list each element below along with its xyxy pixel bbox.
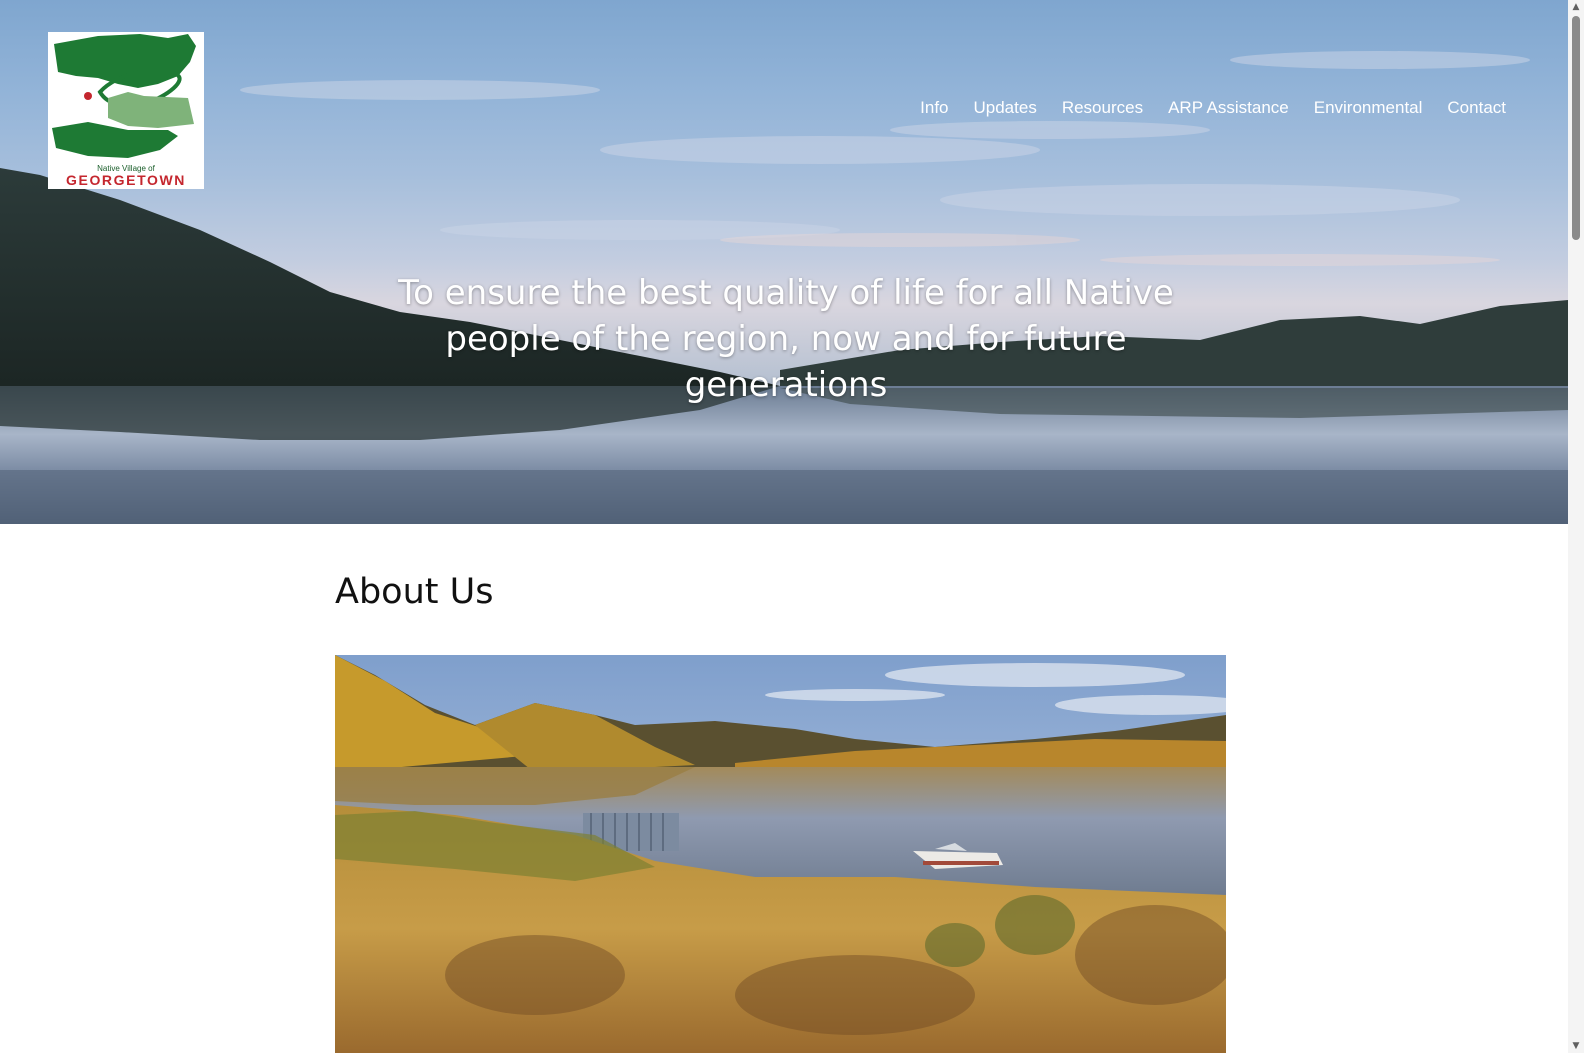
nav-item-info[interactable]: Info (920, 98, 948, 118)
nav-item-environmental[interactable]: Environmental (1314, 98, 1423, 118)
nav-item-contact[interactable]: Contact (1447, 98, 1506, 118)
scrollbar-thumb[interactable] (1572, 16, 1580, 240)
hero-tagline: To ensure the best quality of life for a… (398, 273, 1174, 405)
site-logo[interactable]: Native Village of GEORGETOWN (48, 32, 204, 189)
main-nav: Info Updates Resources ARP Assistance En… (920, 98, 1506, 118)
about-heading: About Us (335, 572, 494, 612)
nav-item-arp-assistance[interactable]: ARP Assistance (1168, 98, 1289, 118)
about-photo (335, 655, 1226, 1053)
scroll-down-arrow-icon[interactable]: ▼ (1568, 1039, 1584, 1053)
river-landscape-image (335, 655, 1226, 1053)
hero-banner: Native Village of GEORGETOWN Info Update… (0, 0, 1568, 524)
logo-title: GEORGETOWN (66, 172, 186, 188)
page-scrollbar[interactable]: ▲ ▼ (1568, 0, 1584, 1053)
nav-item-resources[interactable]: Resources (1062, 98, 1143, 118)
nav-item-updates[interactable]: Updates (974, 98, 1037, 118)
scroll-up-arrow-icon[interactable]: ▲ (1568, 0, 1584, 14)
hero-background-image (0, 51, 1568, 524)
